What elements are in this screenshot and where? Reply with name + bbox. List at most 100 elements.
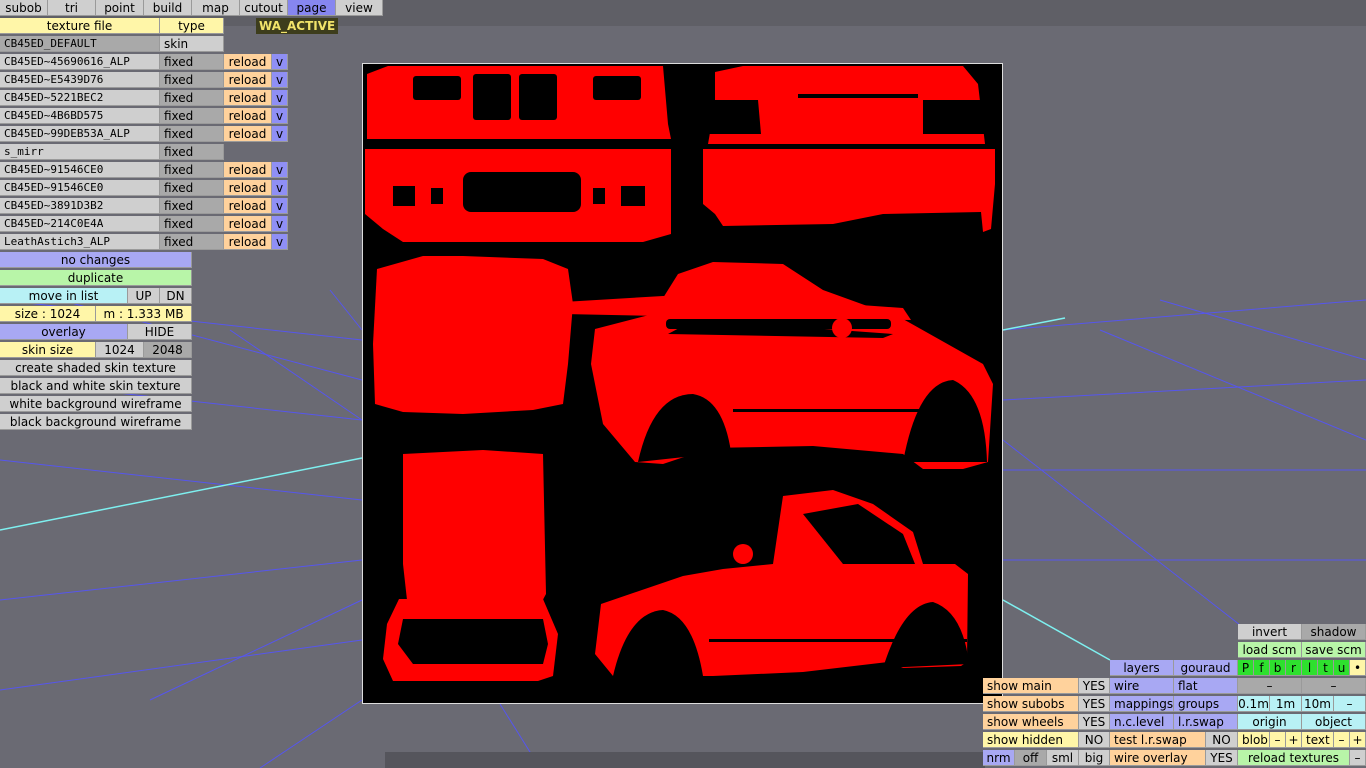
texture-name[interactable]: CB45ED~45690616_ALP <box>0 54 160 70</box>
load-scm-button[interactable]: load scm <box>1238 642 1302 658</box>
menu-cutout[interactable]: cutout <box>240 0 288 16</box>
dash-right[interactable]: – <box>1302 678 1366 694</box>
menu-map[interactable]: map <box>192 0 240 16</box>
texture-name[interactable]: CB45ED~214C0E4A <box>0 216 160 232</box>
text-plus-button[interactable]: + <box>1350 732 1366 748</box>
size-big-button[interactable]: big <box>1079 750 1110 766</box>
gouraud-button[interactable]: gouraud <box>1174 660 1238 676</box>
texture-dropdown-button[interactable]: v <box>272 180 288 196</box>
texture-dropdown-button[interactable]: v <box>272 198 288 214</box>
dist-minus-button[interactable]: – <box>1334 696 1366 712</box>
skin-size-2048-button[interactable]: 2048 <box>144 342 192 358</box>
show-wheels-toggle[interactable]: YES <box>1079 714 1110 730</box>
no-changes-button[interactable]: no changes <box>0 252 192 268</box>
groups-button[interactable]: groups <box>1174 696 1238 712</box>
layer-flag-2[interactable]: b <box>1270 660 1286 676</box>
texture-dropdown-button[interactable]: v <box>272 72 288 88</box>
reload-textures-button[interactable]: reload textures <box>1238 750 1350 766</box>
white-bg-wireframe-button[interactable]: white background wireframe <box>0 396 192 412</box>
texture-name[interactable]: CB45ED~91546CE0 <box>0 162 160 178</box>
texture-name[interactable]: CB45ED~99DEB53A_ALP <box>0 126 160 142</box>
texture-dropdown-button[interactable]: v <box>272 126 288 142</box>
layer-flag-6[interactable]: u <box>1334 660 1350 676</box>
show-hidden-toggle[interactable]: NO <box>1079 732 1110 748</box>
show-subobs-toggle[interactable]: YES <box>1079 696 1110 712</box>
show-main-toggle[interactable]: YES <box>1079 678 1110 694</box>
texture-dropdown-button[interactable]: v <box>272 108 288 124</box>
texture-name[interactable]: CB45ED~E5439D76 <box>0 72 160 88</box>
texture-name[interactable]: CB45ED~3891D3B2 <box>0 198 160 214</box>
hide-button[interactable]: HIDE <box>128 324 192 340</box>
texture-dropdown-button[interactable]: v <box>272 234 288 250</box>
texture-name[interactable]: LeathAstich3_ALP <box>0 234 160 250</box>
menu-build[interactable]: build <box>144 0 192 16</box>
layer-flag-0[interactable]: P <box>1238 660 1254 676</box>
layer-flag-3[interactable]: r <box>1286 660 1302 676</box>
texture-reload-button[interactable]: reload <box>224 180 272 196</box>
text-minus-button[interactable]: – <box>1334 732 1350 748</box>
invert-button[interactable]: invert <box>1238 624 1302 640</box>
layer-flag-5[interactable]: t <box>1318 660 1334 676</box>
move-down-button[interactable]: DN <box>160 288 192 304</box>
blob-minus-button[interactable]: – <box>1270 732 1286 748</box>
texture-name[interactable]: CB45ED~5221BEC2 <box>0 90 160 106</box>
texture-reload-button[interactable]: reload <box>224 198 272 214</box>
texture-dropdown-button[interactable]: v <box>272 54 288 70</box>
texture-reload-button[interactable]: reload <box>224 162 272 178</box>
menu-page[interactable]: page <box>288 0 336 16</box>
dash-left[interactable]: – <box>1238 678 1302 694</box>
duplicate-button[interactable]: duplicate <box>0 270 192 286</box>
object-button[interactable]: object <box>1302 714 1366 730</box>
origin-button[interactable]: origin <box>1238 714 1302 730</box>
dist-1m-button[interactable]: 1m <box>1270 696 1302 712</box>
dist-0-1m-button[interactable]: 0.1m <box>1238 696 1270 712</box>
wire-overlay-toggle[interactable]: YES <box>1206 750 1238 766</box>
menu-point[interactable]: point <box>96 0 144 16</box>
texture-preview[interactable] <box>362 63 1003 704</box>
texture-reload-button[interactable]: reload <box>224 234 272 250</box>
texture-name[interactable]: CB45ED_DEFAULT <box>0 36 160 52</box>
texture-name[interactable]: s_mirr <box>0 144 160 160</box>
flat-button[interactable]: flat <box>1174 678 1238 694</box>
bw-skin-button[interactable]: black and white skin texture <box>0 378 192 394</box>
texture-dropdown-button[interactable]: v <box>272 90 288 106</box>
layers-button[interactable]: layers <box>1110 660 1174 676</box>
move-up-button[interactable]: UP <box>128 288 160 304</box>
car-skin-texture <box>365 66 995 681</box>
texture-dropdown-button[interactable]: v <box>272 162 288 178</box>
test-lr-swap-toggle[interactable]: NO <box>1206 732 1238 748</box>
layer-flag-7[interactable]: • <box>1350 660 1366 676</box>
layer-flag-1[interactable]: f <box>1254 660 1270 676</box>
size-sml-button[interactable]: sml <box>1047 750 1079 766</box>
wire-button[interactable]: wire <box>1110 678 1174 694</box>
size-nrm-button[interactable]: nrm <box>983 750 1015 766</box>
blob-plus-button[interactable]: + <box>1286 732 1302 748</box>
skin-size-1024-button[interactable]: 1024 <box>96 342 144 358</box>
dist-10m-button[interactable]: 10m <box>1302 696 1334 712</box>
texture-reload-button[interactable]: reload <box>224 72 272 88</box>
texture-name[interactable]: CB45ED~4B6BD575 <box>0 108 160 124</box>
shadow-button[interactable]: shadow <box>1302 624 1366 640</box>
overlay-button[interactable]: overlay <box>0 324 128 340</box>
texture-reload-button[interactable]: reload <box>224 216 272 232</box>
test-lr-swap-label: test l.r.swap <box>1110 732 1206 748</box>
texture-reload-button[interactable]: reload <box>224 126 272 142</box>
texture-reload-button[interactable]: reload <box>224 54 272 70</box>
menu-tri[interactable]: tri <box>48 0 96 16</box>
nc-level-button[interactable]: n.c.level <box>1110 714 1174 730</box>
size-off-button[interactable]: off <box>1015 750 1047 766</box>
texture-reload-button[interactable]: reload <box>224 90 272 106</box>
reload-textures-minus[interactable]: – <box>1350 750 1366 766</box>
blob-label: blob <box>1238 732 1270 748</box>
mappings-button[interactable]: mappings <box>1110 696 1174 712</box>
black-bg-wireframe-button[interactable]: black background wireframe <box>0 414 192 430</box>
texture-dropdown-button[interactable]: v <box>272 216 288 232</box>
lr-swap-button[interactable]: l.r.swap <box>1174 714 1238 730</box>
create-shaded-skin-button[interactable]: create shaded skin texture <box>0 360 192 376</box>
texture-name[interactable]: CB45ED~91546CE0 <box>0 180 160 196</box>
layer-flag-4[interactable]: l <box>1302 660 1318 676</box>
texture-reload-button[interactable]: reload <box>224 108 272 124</box>
menu-subob[interactable]: subob <box>0 0 48 16</box>
menu-view[interactable]: view <box>336 0 383 16</box>
save-scm-button[interactable]: save scm <box>1302 642 1366 658</box>
